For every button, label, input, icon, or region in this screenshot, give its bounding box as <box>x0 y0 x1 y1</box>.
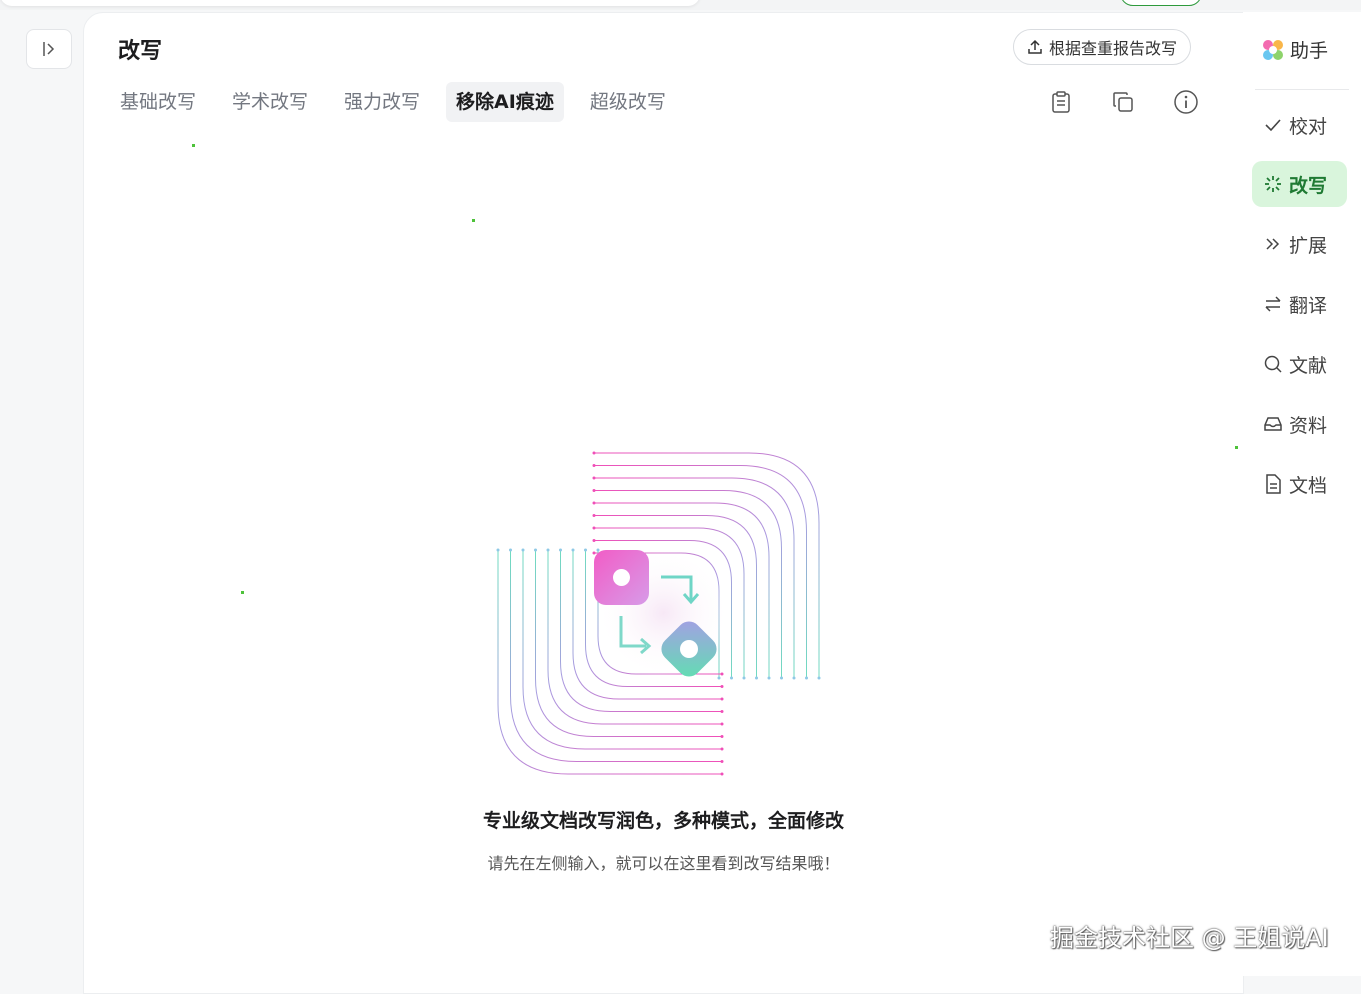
sidebar-divider <box>1255 89 1349 90</box>
decor-dot <box>472 219 475 222</box>
decor-curve-dot <box>720 760 724 763</box>
decor-curve-dot <box>534 548 537 552</box>
decor-dot <box>1235 446 1238 449</box>
top-green-button[interactable] <box>1120 0 1202 6</box>
sidebar-item-label: 文献 <box>1289 354 1328 377</box>
rewrite-mode-tabs: 基础改写 学术改写 强力改写 移除AI痕迹 超级改写 <box>110 82 676 122</box>
decor-dot <box>192 144 195 147</box>
decor-curve-dot <box>509 548 512 552</box>
decor-curve-dot <box>720 772 724 776</box>
sidebar-item-literature[interactable]: 文献 <box>1252 341 1347 387</box>
decor-curve-dot <box>720 710 724 713</box>
assistant-label: 助手 <box>1290 40 1329 62</box>
assistant-logo-icon <box>1263 39 1283 60</box>
sidebar-item-label: 改写 <box>1289 174 1328 197</box>
copy-button[interactable] <box>1108 87 1138 117</box>
decor-curve-dot <box>571 548 575 552</box>
empty-state-illustration <box>496 451 821 776</box>
decor-curve-dot <box>546 548 550 552</box>
sidebar-item-proofread[interactable]: 校对 <box>1252 102 1347 148</box>
page-title: 改写 <box>118 39 163 64</box>
empty-state-title: 专业级文档改写润色，多种模式，全面修改 <box>482 810 844 832</box>
tab-remove-ai-traces[interactable]: 移除AI痕迹 <box>446 82 564 122</box>
sidebar-item-expand[interactable]: 扩展 <box>1252 221 1347 267</box>
decor-curve-dot <box>730 676 733 680</box>
inbox-icon <box>1264 417 1282 431</box>
decor-curve-dot <box>792 676 796 680</box>
decor-curve-dot <box>742 676 746 680</box>
decor-curve-dot <box>592 514 596 517</box>
upload-icon <box>1028 39 1042 54</box>
decor-curve-dot <box>717 676 721 680</box>
decor-curve-dot <box>596 548 600 552</box>
info-icon <box>1174 90 1198 114</box>
decor-curve-dot <box>592 526 596 530</box>
watermark-text: 掘金技术社区 @ 王姐说AI <box>1050 924 1329 952</box>
assistant-button[interactable]: 助手 <box>1260 36 1328 63</box>
sidebar-item-label: 文档 <box>1289 474 1328 497</box>
decor-curve-dot <box>767 676 771 680</box>
empty-state-subtitle: 请先在左侧输入，就可以在这里看到改写结果哦！ <box>487 854 840 873</box>
double-chevron-icon <box>1266 238 1280 250</box>
decor-curve-dot <box>496 548 500 552</box>
decor-dot <box>241 591 244 594</box>
decor-curve-dot <box>521 548 525 552</box>
sidebar-item-documents[interactable]: 文档 <box>1252 461 1347 507</box>
rewrite-by-report-button[interactable]: 根据查重报告改写 <box>1013 29 1192 65</box>
decor-curve-dot <box>817 676 821 680</box>
decor-curve-dot <box>720 697 724 701</box>
tab-basic-rewrite[interactable]: 基础改写 <box>110 82 206 122</box>
decor-curve-dot <box>592 501 596 505</box>
decor-curve-dot <box>720 672 724 676</box>
decor-curve-dot <box>592 539 596 542</box>
decor-curve-dot <box>584 548 587 552</box>
decor-curve-dot <box>720 735 724 738</box>
decor-curve-dot <box>592 451 596 455</box>
swap-arrows-icon <box>1265 296 1281 312</box>
report-button-label: 根据查重报告改写 <box>1049 39 1178 58</box>
decor-curve-dot <box>720 747 724 751</box>
info-button[interactable] <box>1171 87 1201 117</box>
sidebar-item-label: 扩展 <box>1289 234 1328 257</box>
search-icon <box>1264 355 1282 373</box>
sidebar-item-materials[interactable]: 资料 <box>1252 401 1347 447</box>
rewrite-panel: 改写 根据查重报告改写 基础改写 学术改写 强力改写 移除AI痕迹 超级改写 专… <box>83 12 1244 994</box>
decor-curve-dot <box>720 685 724 688</box>
decor-curve-dot <box>780 676 783 680</box>
sidebar-item-translate[interactable]: 翻译 <box>1252 281 1347 327</box>
tab-super-rewrite[interactable]: 超级改写 <box>580 82 676 122</box>
decor-curve-dot <box>592 476 596 480</box>
right-sidebar: 助手 校对 改写 扩展 翻译 文献 资料 文档 <box>1243 12 1361 976</box>
copy-icon <box>1113 92 1133 112</box>
top-input-pill[interactable] <box>0 0 700 6</box>
clipboard-icon <box>1052 91 1070 113</box>
clipboard-button[interactable] <box>1046 87 1076 117</box>
collapse-panel-button[interactable] <box>26 29 72 69</box>
sidebar-item-label: 资料 <box>1289 414 1328 437</box>
decor-curve-dot <box>720 722 724 726</box>
decor-curve-dot <box>592 489 596 492</box>
sidebar-item-label: 翻译 <box>1289 294 1328 317</box>
decor-curve-dot <box>592 464 596 467</box>
sidebar-item-rewrite[interactable]: 改写 <box>1252 161 1347 207</box>
tab-academic-rewrite[interactable]: 学术改写 <box>222 82 318 122</box>
sidebar-item-label: 校对 <box>1289 115 1328 138</box>
decor-curve-dot <box>755 676 758 680</box>
document-icon <box>1266 474 1281 494</box>
sparkle-icon <box>1265 176 1281 192</box>
check-icon <box>1265 119 1281 132</box>
expand-panel-icon <box>43 42 55 56</box>
decor-curve-dot <box>805 676 808 680</box>
decor-curve-dot <box>559 548 562 552</box>
decor-curve-dot <box>592 551 596 555</box>
tab-strong-rewrite[interactable]: 强力改写 <box>334 82 430 122</box>
